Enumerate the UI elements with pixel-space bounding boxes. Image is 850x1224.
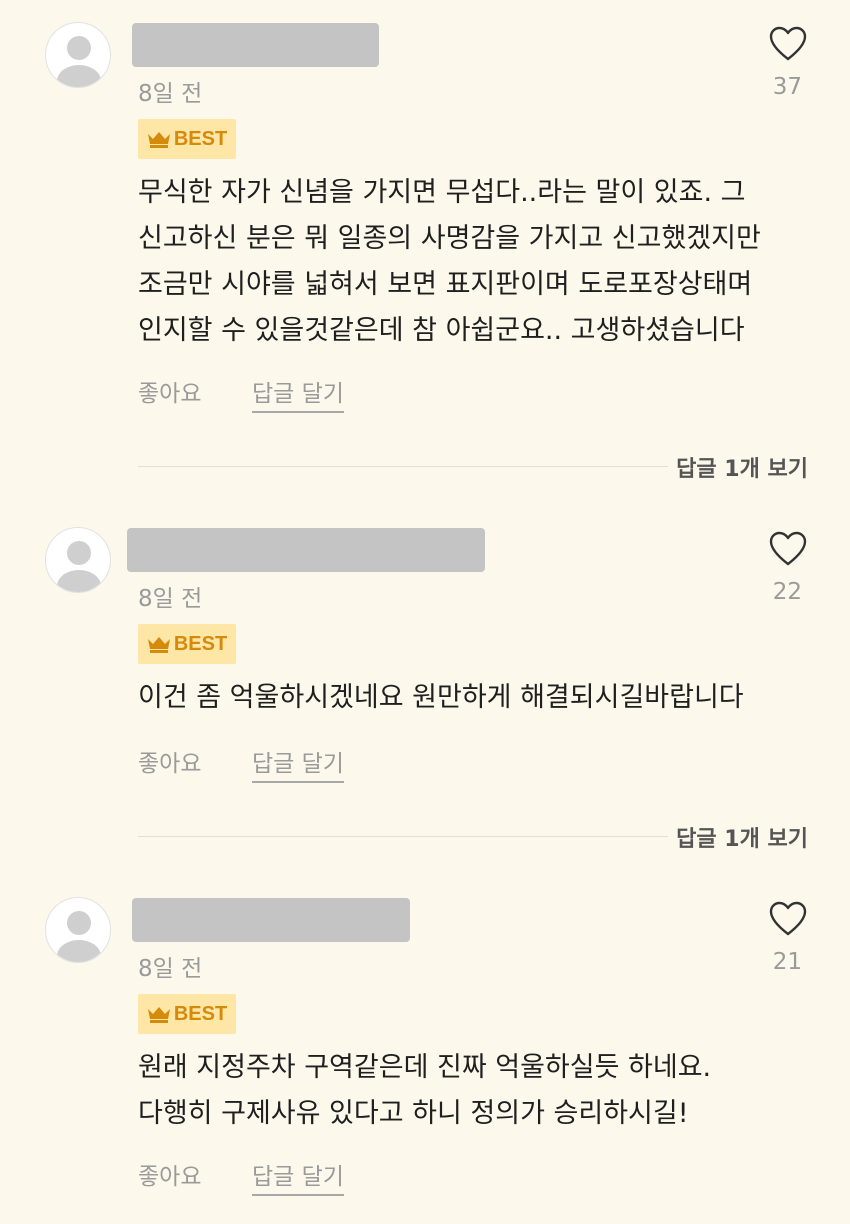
redacted-username — [132, 898, 410, 942]
view-replies-button[interactable]: 답글 1개 보기 — [676, 821, 808, 853]
user-avatar-icon[interactable] — [45, 897, 111, 963]
heart-outline-icon[interactable] — [769, 901, 807, 937]
view-replies-row: 답글 1개 보기 — [138, 821, 808, 853]
comment-body: 원래 지정주차 구역같은데 진짜 억울하실듯 하네요. 다행히 구제사유 있다고… — [138, 1045, 818, 1137]
badge-label: BEST — [173, 1002, 228, 1025]
user-avatar-icon[interactable] — [45, 527, 111, 593]
divider — [138, 466, 668, 467]
reply-button[interactable]: 답글 달기 — [252, 374, 344, 413]
crown-icon — [147, 132, 170, 148]
heart-outline-icon[interactable] — [769, 26, 807, 62]
comment-text-line: 신고하신 분은 뭐 일종의 사명감을 가지고 신고했겠지만 — [138, 223, 761, 254]
redacted-username — [127, 528, 485, 572]
like-count: 37 — [772, 74, 802, 100]
view-replies-button[interactable]: 답글 1개 보기 — [676, 451, 808, 483]
comment-text-line: 조금만 시야를 넓혀서 보면 표지판이며 도로포장상태며 — [138, 269, 753, 300]
comment-text-line: 다행히 구제사유 있다고 하니 정의가 승리하시길! — [138, 1098, 689, 1129]
like-button[interactable]: 좋아요 — [138, 374, 201, 408]
comment-text-line: 무식한 자가 신념을 가지면 무섭다..라는 말이 있죠. 그 — [138, 177, 746, 208]
comment-date: 8일 전 — [138, 586, 203, 612]
user-avatar-icon[interactable] — [45, 22, 111, 88]
comment-item: 8일 전 22 BEST 이건 좀 억울하시겠네요 원만하게 해결되시길바랍니다… — [0, 527, 850, 857]
like-count: 22 — [772, 579, 802, 605]
divider — [138, 836, 668, 837]
best-badge: BEST — [138, 624, 236, 664]
reply-button[interactable]: 답글 달기 — [252, 1157, 344, 1196]
comment-date: 8일 전 — [138, 956, 203, 982]
comment-text-line: 인지할 수 있을것같은데 참 아쉽군요.. 고생하셨습니다 — [138, 315, 745, 346]
heart-outline-icon[interactable] — [769, 531, 807, 567]
comment-body: 이건 좀 억울하시겠네요 원만하게 해결되시길바랍니다 — [138, 675, 818, 721]
like-button[interactable]: 좋아요 — [138, 1157, 201, 1191]
crown-icon — [147, 1007, 170, 1023]
like-button[interactable]: 좋아요 — [138, 744, 201, 778]
like-count: 21 — [772, 949, 802, 975]
badge-label: BEST — [173, 127, 228, 150]
comment-item: 8일 전 37 BEST 무식한 자가 신념을 가지면 무섭다..라는 말이 있… — [0, 22, 850, 492]
best-badge: BEST — [138, 119, 236, 159]
comment-item: 8일 전 21 BEST 원래 지정주차 구역같은데 진짜 억울하실듯 하네요.… — [0, 897, 850, 1197]
redacted-username — [132, 23, 379, 67]
comment-date: 8일 전 — [138, 81, 203, 107]
best-badge: BEST — [138, 994, 236, 1034]
reply-button[interactable]: 답글 달기 — [252, 744, 344, 783]
comment-body: 무식한 자가 신념을 가지면 무섭다..라는 말이 있죠. 그 신고하신 분은 … — [138, 170, 818, 354]
badge-label: BEST — [173, 632, 228, 655]
crown-icon — [147, 637, 170, 653]
comment-text-line: 이건 좀 억울하시겠네요 원만하게 해결되시길바랍니다 — [138, 682, 744, 713]
comment-text-line: 원래 지정주차 구역같은데 진짜 억울하실듯 하네요. — [138, 1052, 712, 1083]
view-replies-row: 답글 1개 보기 — [138, 451, 808, 483]
